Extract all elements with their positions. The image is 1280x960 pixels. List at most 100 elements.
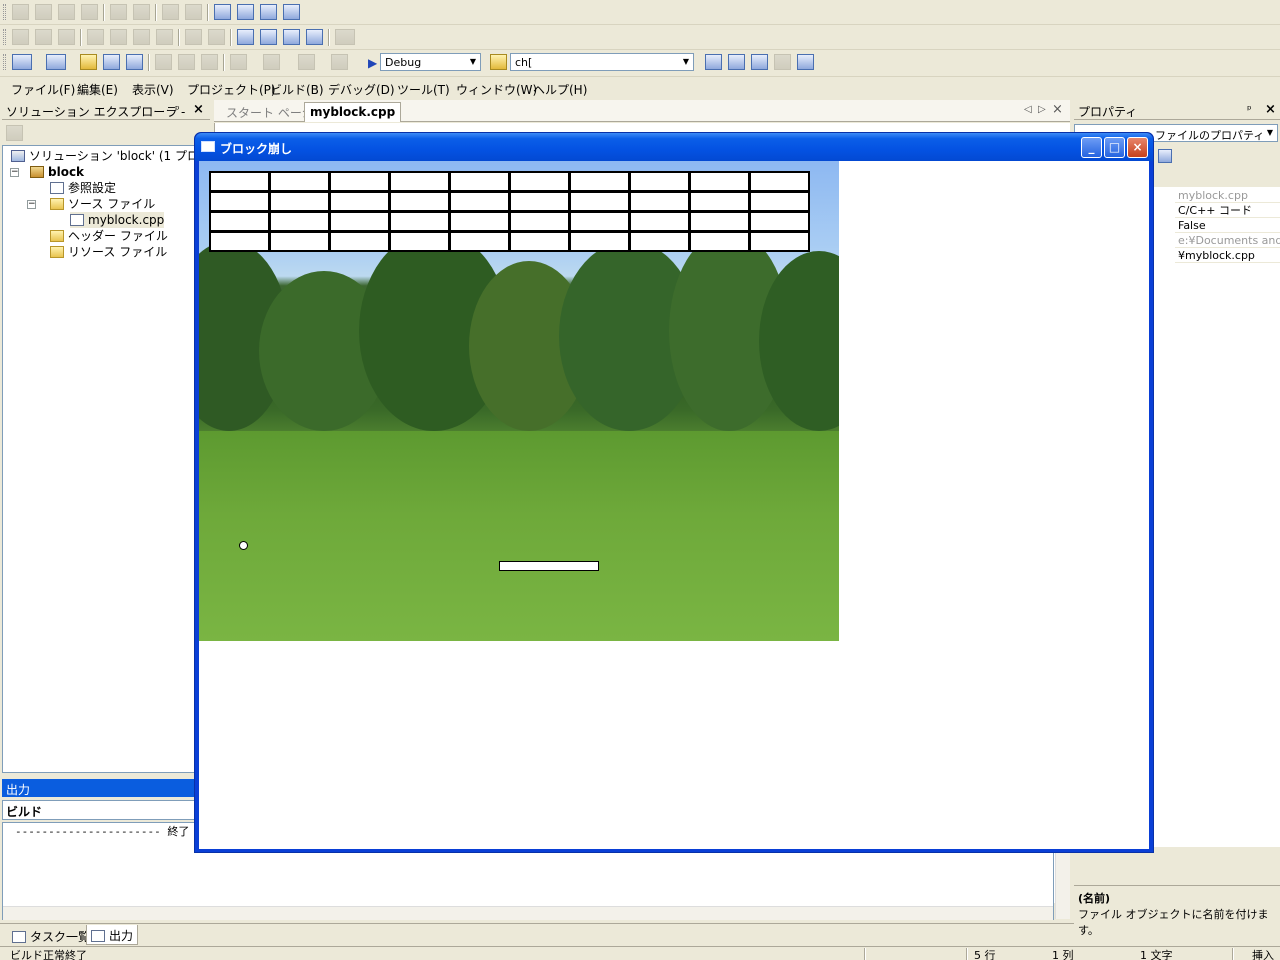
tree-node-references[interactable]: 参照設定 [50, 180, 116, 196]
toolbar-icon[interactable] [58, 29, 75, 45]
close-icon[interactable]: × [1265, 102, 1276, 117]
config-combo[interactable]: Debug ▼ [380, 53, 481, 71]
find-combo[interactable]: ch[ ▼ [510, 53, 694, 71]
tab-task-list[interactable]: タスク一覧 [12, 928, 90, 945]
toolbar-icon[interactable] [87, 29, 104, 45]
toolbar-icon[interactable] [110, 4, 127, 20]
output-hscrollbar[interactable] [3, 906, 1053, 920]
save-icon[interactable] [103, 54, 120, 70]
start-debug-icon[interactable]: ▶ [368, 56, 377, 70]
bookmark-clear-icon[interactable] [283, 4, 300, 20]
chevron-down-icon[interactable]: ▼ [679, 54, 693, 70]
menu-help[interactable]: ヘルプ(H) [533, 81, 587, 98]
menu-view[interactable]: 表示(V) [132, 81, 174, 98]
toolbar-icon[interactable] [58, 4, 75, 20]
editor-vscrollbar[interactable] [1055, 853, 1070, 919]
tree-node-header-files[interactable]: ヘッダー ファイル [50, 228, 168, 244]
properties-window-icon[interactable] [728, 54, 745, 70]
tree-node-source-files[interactable]: ソース ファイル [50, 196, 155, 212]
pin-icon[interactable]: ᵖ [1247, 103, 1252, 116]
toolbox-icon[interactable] [751, 54, 768, 70]
toolbar-icon[interactable] [133, 4, 150, 20]
collapse-icon[interactable]: − [27, 200, 36, 209]
save-all-icon[interactable] [126, 54, 143, 70]
undo-icon[interactable] [230, 54, 247, 70]
tab-scroll-left-icon[interactable]: ◁ [1024, 104, 1032, 115]
toolbar-icon[interactable] [81, 4, 98, 20]
close-icon[interactable]: × [193, 102, 204, 117]
find-in-files-icon[interactable] [490, 54, 507, 70]
toolbar-grip[interactable] [3, 4, 6, 20]
copy-icon[interactable] [178, 54, 195, 70]
properties-icon[interactable] [6, 125, 23, 141]
bookmark-prev-icon[interactable] [260, 29, 277, 45]
bookmark-icon[interactable] [214, 4, 231, 20]
tab-myblock-cpp[interactable]: myblock.cpp [304, 102, 402, 122]
toolbar-grip[interactable] [3, 29, 6, 45]
close-button[interactable]: × [1127, 137, 1148, 158]
paste-icon[interactable] [201, 54, 218, 70]
toolbar-icon[interactable] [156, 29, 173, 45]
output-source-combo[interactable]: ビルド [2, 800, 196, 820]
maximize-button[interactable]: □ [1104, 137, 1125, 158]
cut-icon[interactable] [155, 54, 172, 70]
bookmark-next-icon[interactable] [283, 29, 300, 45]
toolbar-icon[interactable] [35, 4, 52, 20]
chevron-down-icon[interactable]: ▼ [1263, 125, 1277, 141]
redo-icon[interactable] [263, 54, 280, 70]
tree-node-myblock-cpp[interactable]: myblock.cpp [70, 212, 165, 228]
toolbar-icon[interactable] [110, 29, 127, 45]
property-value[interactable]: C/C++ コード [1175, 203, 1280, 218]
menu-project[interactable]: プロジェクト(P) [187, 81, 276, 98]
menu-file[interactable]: ファイル(F) [11, 81, 75, 98]
solution-explorer-icon[interactable] [705, 54, 722, 70]
toolbar-icon[interactable] [133, 29, 150, 45]
add-item-icon[interactable] [46, 54, 66, 70]
pin-icon[interactable]: ᵖ [175, 103, 180, 116]
paddle[interactable] [499, 561, 599, 571]
find-icon[interactable] [335, 29, 355, 45]
toolbar-icon[interactable] [208, 29, 225, 45]
toolbar-icon[interactable] [12, 29, 29, 45]
game-client-area[interactable] [199, 161, 1149, 849]
menu-debug[interactable]: デバッグ(D) [328, 81, 395, 98]
toolbar-separator [230, 29, 232, 46]
tab-output[interactable]: 出力 [86, 925, 139, 945]
open-file-icon[interactable] [80, 54, 97, 70]
property-value[interactable]: ¥myblock.cpp [1175, 248, 1280, 263]
property-value[interactable]: e:¥Documents and S [1175, 233, 1280, 248]
menu-tools[interactable]: ツール(T) [397, 81, 450, 98]
game-window-titlebar[interactable]: ブロック崩し _ □ × [195, 133, 1153, 161]
brick [449, 171, 510, 192]
tree-node-resource-files[interactable]: リソース ファイル [50, 244, 167, 260]
property-value[interactable]: False [1175, 218, 1280, 233]
class-view-icon[interactable] [797, 54, 814, 70]
tab-scroll-right-icon[interactable]: ▷ [1038, 104, 1046, 115]
property-value[interactable]: myblock.cpp [1175, 188, 1280, 203]
minimize-button[interactable]: _ [1081, 137, 1102, 158]
close-icon[interactable]: × [1052, 102, 1063, 117]
new-project-icon[interactable] [12, 54, 32, 70]
toolbar-icon[interactable] [12, 4, 29, 20]
menu-build[interactable]: ビルド(B) [270, 81, 324, 98]
toolbar-icon[interactable] [185, 4, 202, 20]
bookmark-prev-icon[interactable] [237, 4, 254, 20]
chevron-down-icon[interactable]: ▼ [466, 54, 480, 70]
property-pages-icon[interactable] [1158, 149, 1172, 163]
bookmark-clear-icon[interactable] [306, 29, 323, 45]
brick [449, 231, 510, 252]
collapse-icon[interactable]: − [10, 168, 19, 177]
bookmark-icon[interactable] [237, 29, 254, 45]
tools-icon[interactable] [774, 54, 791, 70]
tree-node-project[interactable]: block [30, 164, 84, 180]
toolbar-icon[interactable] [35, 29, 52, 45]
toolbar-grip[interactable] [3, 54, 6, 70]
bookmark-next-icon[interactable] [260, 4, 277, 20]
tab-start-page[interactable]: スタート ページ [226, 104, 314, 121]
navigate-forward-icon[interactable] [331, 54, 348, 70]
menu-edit[interactable]: 編集(E) [77, 81, 118, 98]
toolbar-icon[interactable] [185, 29, 202, 45]
toolbar-icon[interactable] [162, 4, 179, 20]
menu-window[interactable]: ウィンドウ(W) [456, 81, 537, 98]
navigate-backward-icon[interactable] [298, 54, 315, 70]
